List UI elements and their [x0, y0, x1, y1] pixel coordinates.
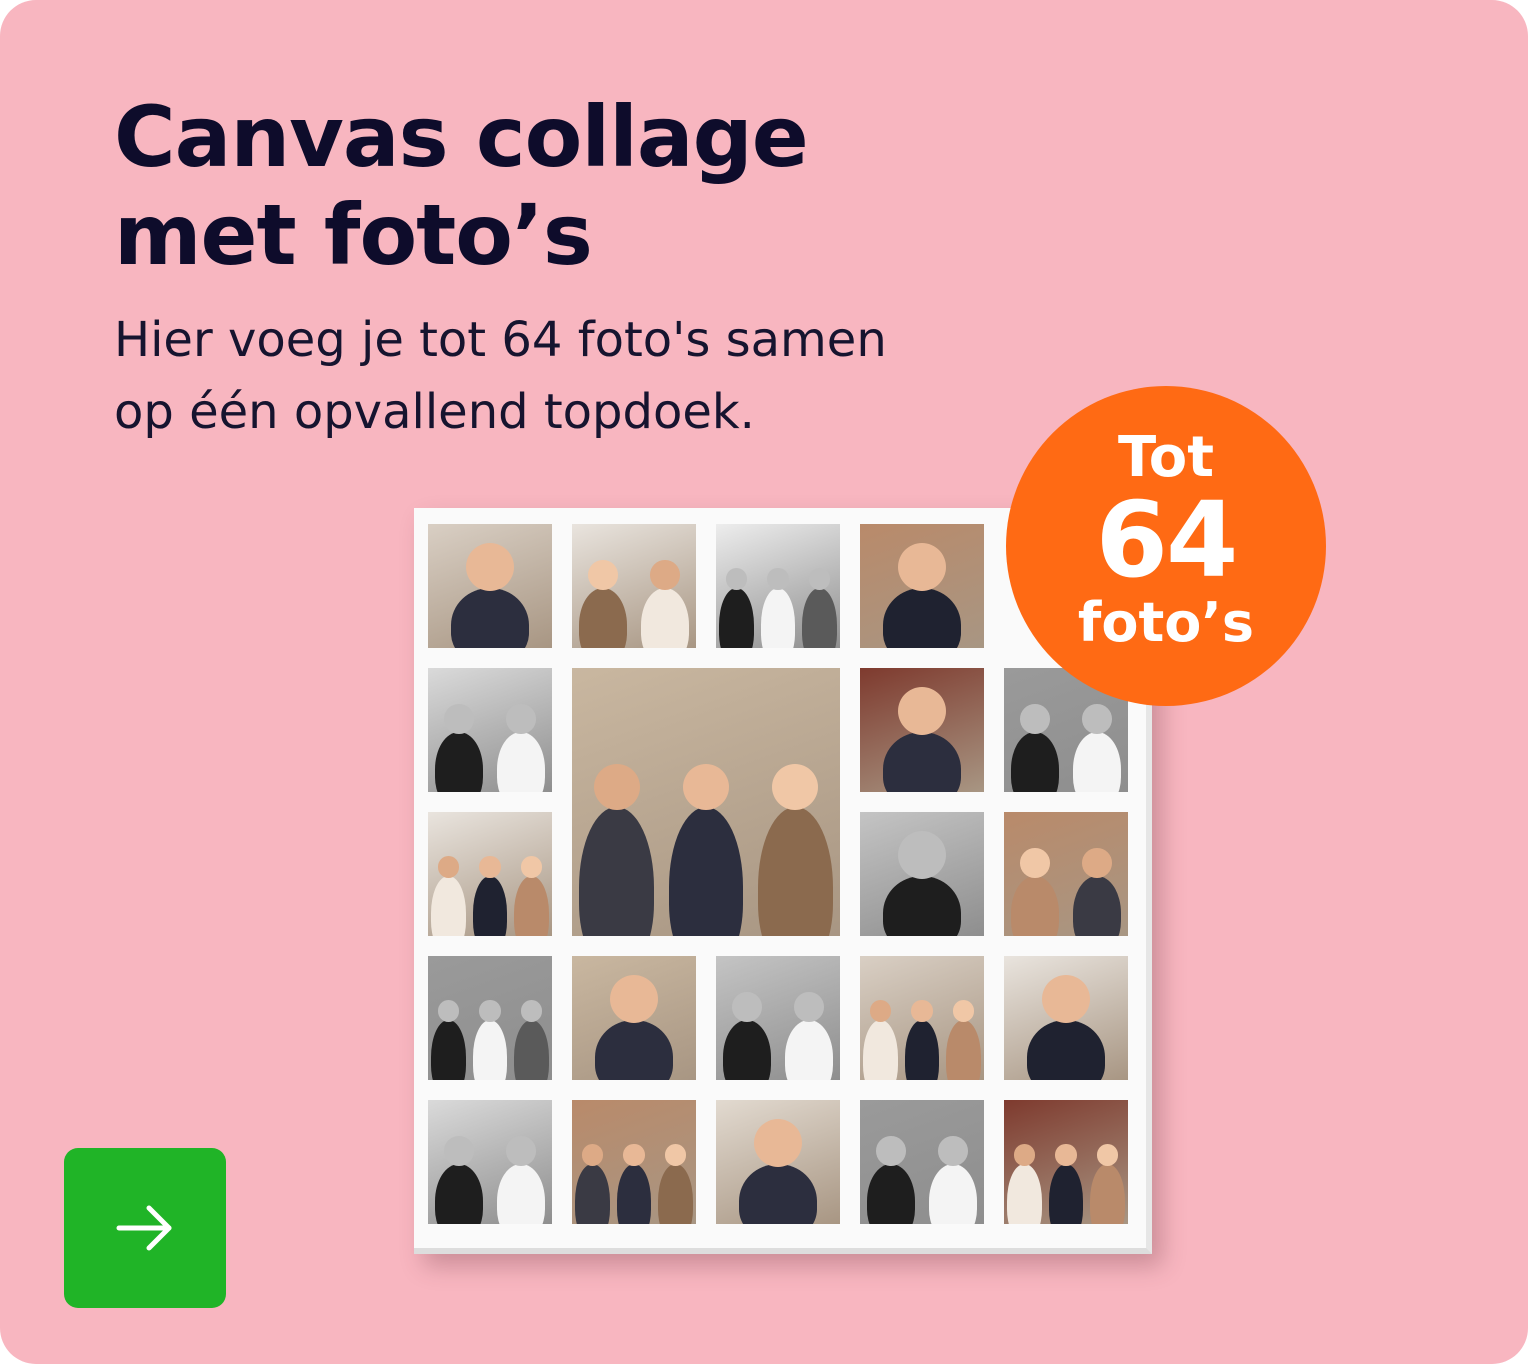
collage-photo-boy-laughing-flowers-bw	[716, 524, 840, 648]
next-arrow-button[interactable]	[64, 1148, 226, 1308]
collage-photo-boy-holding-baby-bw	[428, 1100, 552, 1224]
description: Hier voeg je tot 64 foto's samen op één …	[114, 304, 994, 448]
description-line-2: op één opvallend topdoek.	[114, 384, 755, 440]
collage-photo-family-on-sofa-with-baby	[1004, 1100, 1128, 1224]
arrow-right-icon	[116, 1205, 172, 1251]
collage-photo-mother-and-boy-color	[860, 524, 984, 648]
collage-photo-family-group-bw	[428, 668, 552, 792]
collage-photo-boy-by-red-wall	[1004, 812, 1128, 936]
photo-count-badge: Tot 64 foto’s	[1006, 386, 1326, 706]
badge-bottom-text: foto’s	[1077, 591, 1255, 654]
title-line-2: met foto’s	[114, 186, 593, 284]
collage-photo-family-of-five-sofa	[860, 956, 984, 1080]
collage-photo-toddler-laughing	[428, 812, 552, 936]
collage-photo-father-and-son	[572, 956, 696, 1080]
description-line-1: Hier voeg je tot 64 foto's samen	[114, 312, 887, 368]
collage-photo-boy-portrait-smiling	[860, 668, 984, 792]
promo-card[interactable]: Canvas collage met foto’s Hier voeg je t…	[0, 0, 1528, 1364]
collage-photo-baby-held-bw	[716, 956, 840, 1080]
collage-photo-family-sofa-color	[428, 524, 552, 648]
title-line-1: Canvas collage	[114, 88, 809, 186]
page-title: Canvas collage met foto’s	[114, 88, 1014, 284]
collage-photo-family-on-floor	[572, 1100, 696, 1224]
collage-photo-parents-with-baby	[716, 1100, 840, 1224]
collage-photo-newborn-close-up-bw	[428, 956, 552, 1080]
badge-number: 64	[1095, 479, 1239, 601]
collage-photo-boy-close-up-bw	[860, 1100, 984, 1224]
collage-photo-boy-and-baby-bw	[860, 812, 984, 936]
collage-photo-three-brothers-with-baby	[572, 668, 840, 936]
collage-photo-siblings-with-newborn	[1004, 956, 1128, 1080]
collage-photo-newborn-sleeping-blanket	[572, 524, 696, 648]
